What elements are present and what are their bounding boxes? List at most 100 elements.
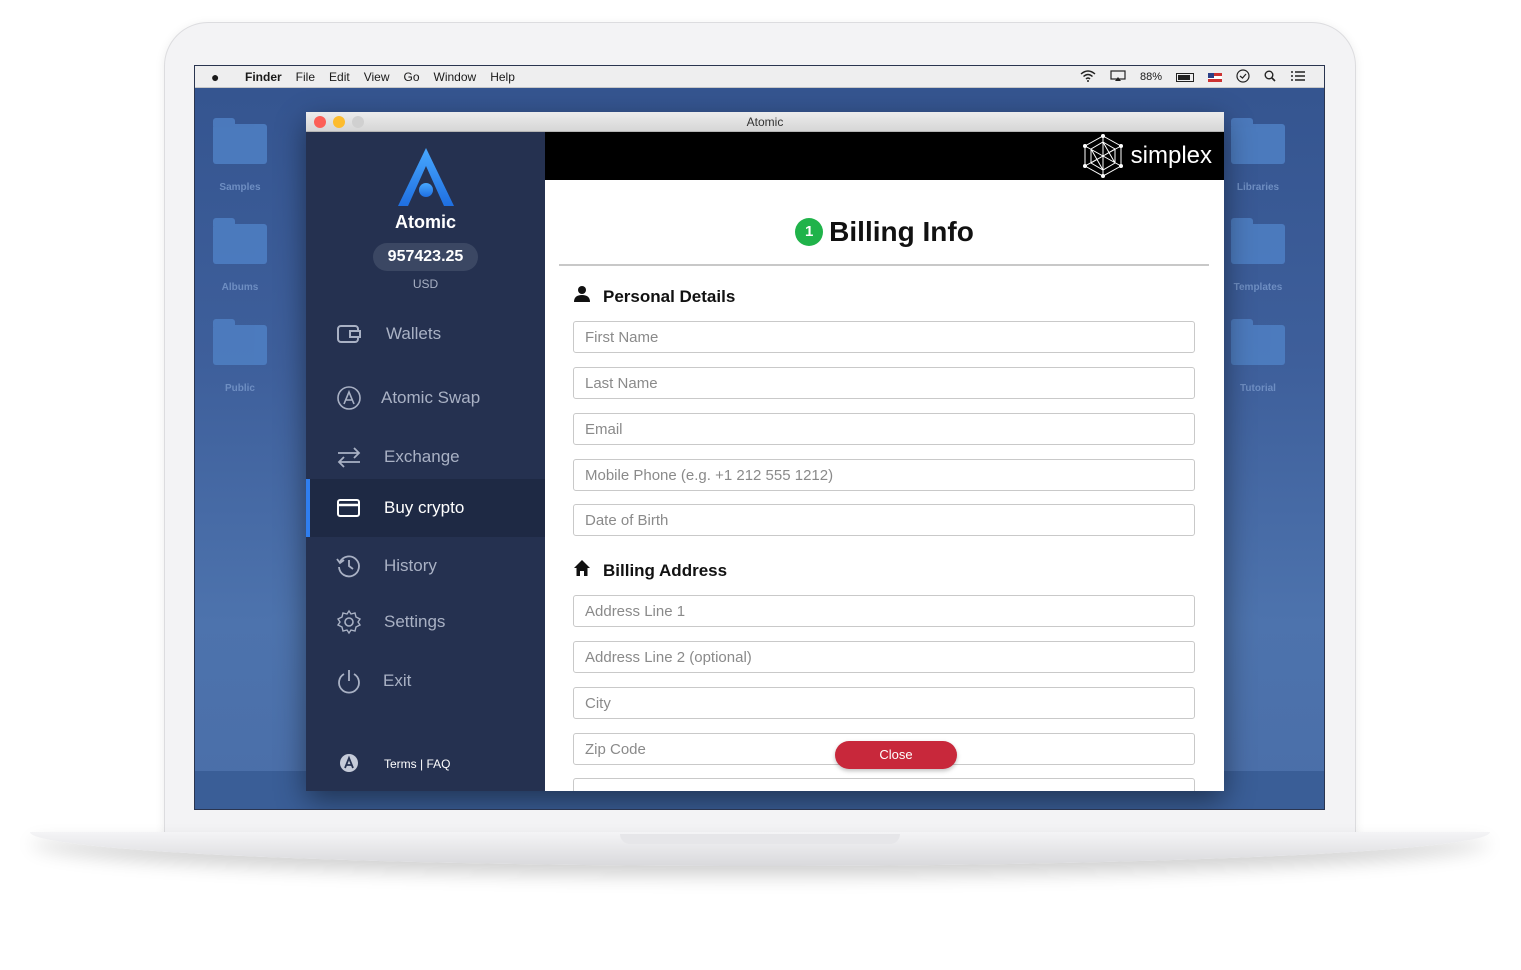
section-title: Personal Details <box>603 286 736 306</box>
user-icon <box>573 285 591 308</box>
terms-faq-label: Terms | FAQ <box>384 757 451 771</box>
desktop-folder[interactable]: Public <box>195 319 285 394</box>
menu-help[interactable]: Help <box>490 70 515 84</box>
status-area: 88% <box>1080 66 1306 88</box>
menubar: ● Finder File Edit View Go Window Help 8… <box>195 66 1324 88</box>
folder-icon <box>213 118 267 164</box>
menu-window[interactable]: Window <box>434 70 477 84</box>
sidebar-item-label: Exit <box>383 671 412 690</box>
apple-menu-icon[interactable]: ● <box>211 69 233 85</box>
spotlight-search-icon[interactable] <box>1264 70 1276 85</box>
exchange-arrows-icon <box>334 442 364 472</box>
sidebar-item-atomic-swap[interactable]: Atomic Swap <box>306 370 545 426</box>
sidebar-item-label: History <box>384 556 437 575</box>
history-clock-icon <box>334 551 364 581</box>
airplay-icon[interactable] <box>1110 69 1126 85</box>
input-flag-icon[interactable] <box>1208 72 1222 82</box>
menu-app-name[interactable]: Finder <box>245 70 282 84</box>
sidebar-item-settings[interactable]: Settings <box>306 594 545 650</box>
simplex-header: simplex <box>545 132 1224 180</box>
mobile-phone-input[interactable] <box>585 466 1194 484</box>
main-panel: simplex 1 Billing Info Personal Details <box>545 132 1224 791</box>
personal-details-heading: Personal Details <box>573 285 735 308</box>
first-name-field[interactable] <box>573 321 1195 353</box>
desktop-folder-label: Public <box>224 383 255 394</box>
folder-icon <box>1231 319 1285 365</box>
last-name-input[interactable] <box>585 374 1194 392</box>
clock-icon[interactable] <box>1236 68 1250 86</box>
city-input[interactable] <box>585 694 1194 712</box>
app-window: Atomic Atomic 957423.25 USD Wallets Atom… <box>306 112 1224 791</box>
desktop-folder[interactable]: Libraries <box>1213 118 1303 193</box>
email-field[interactable] <box>573 413 1195 445</box>
folder-icon <box>1231 218 1285 264</box>
menu-go[interactable]: Go <box>404 70 420 84</box>
balance-currency: USD <box>412 277 439 291</box>
atomic-logo-icon <box>398 148 454 206</box>
notification-list-icon[interactable] <box>1290 70 1306 85</box>
battery-percent: 88% <box>1139 71 1162 83</box>
city-field[interactable] <box>573 687 1195 719</box>
folder-icon <box>213 319 267 365</box>
menu-file[interactable]: File <box>296 70 315 84</box>
address-line-2-field[interactable] <box>573 641 1195 673</box>
brand-name: Atomic <box>394 212 456 232</box>
desktop-folder[interactable]: Templates <box>1213 218 1303 293</box>
mobile-phone-field[interactable] <box>573 459 1195 491</box>
desktop-folder-label: Samples <box>219 182 261 193</box>
desktop-folder-label: Albums <box>221 282 259 293</box>
home-icon <box>573 559 591 582</box>
window-titlebar[interactable]: Atomic <box>306 112 1224 132</box>
sidebar-item-label: Wallets <box>386 324 442 343</box>
laptop-notch <box>620 834 900 844</box>
section-title: Billing Address <box>603 560 728 580</box>
address-line-1-input[interactable] <box>585 602 1194 620</box>
sidebar-item-buy-crypto[interactable]: Buy crypto <box>306 479 545 537</box>
desktop-folder[interactable]: Tutorial <box>1213 319 1303 394</box>
screen: ● Finder File Edit View Go Window Help 8… <box>194 65 1325 810</box>
email-input[interactable] <box>585 420 1194 438</box>
desktop-folder-label: Libraries <box>1236 182 1280 193</box>
sidebar-item-exit[interactable]: Exit <box>306 653 545 709</box>
sidebar-item-label: Settings <box>384 612 446 631</box>
menu-edit[interactable]: Edit <box>329 70 350 84</box>
power-icon <box>334 666 364 696</box>
gear-icon <box>334 607 364 637</box>
menu-view[interactable]: View <box>364 70 390 84</box>
step-badge: 1 <box>795 218 824 246</box>
desktop-folder[interactable]: Samples <box>195 118 285 193</box>
last-name-field[interactable] <box>573 367 1195 399</box>
address-line-2-input[interactable] <box>585 648 1194 666</box>
address-line-1-field[interactable] <box>573 595 1195 627</box>
first-name-input[interactable] <box>585 328 1194 346</box>
country-select[interactable] <box>573 778 1195 791</box>
atomic-swap-icon <box>334 383 364 413</box>
page-title: 1 Billing Info <box>545 216 1224 248</box>
terms-faq-link[interactable]: Terms | FAQ <box>306 744 545 784</box>
wallet-icon <box>334 319 364 349</box>
battery-icon[interactable] <box>1176 72 1194 82</box>
sidebar-item-history[interactable]: History <box>306 538 545 594</box>
folder-icon <box>1231 118 1285 164</box>
sidebar-item-label: Atomic Swap <box>381 388 481 407</box>
sidebar-item-label: Buy crypto <box>384 498 465 517</box>
desktop-folder[interactable]: Albums <box>195 218 285 293</box>
simplex-wordmark: simplex <box>1130 142 1212 169</box>
credit-card-icon <box>334 493 364 523</box>
title-divider <box>559 264 1209 266</box>
sidebar-item-label: Exchange <box>384 447 460 466</box>
desktop-folder-label: Templates <box>1233 282 1283 293</box>
date-of-birth-input[interactable] <box>585 511 1194 529</box>
balance-pill: 957423.25 <box>373 243 478 271</box>
atomic-small-icon <box>339 753 359 776</box>
window-title: Atomic <box>746 115 784 129</box>
sidebar-item-wallets[interactable]: Wallets <box>306 306 545 362</box>
close-button[interactable]: Close <box>835 741 957 769</box>
billing-address-heading: Billing Address <box>573 559 727 582</box>
folder-icon <box>213 218 267 264</box>
sidebar-item-exchange[interactable]: Exchange <box>306 429 545 485</box>
wifi-icon[interactable] <box>1080 69 1096 85</box>
date-of-birth-field[interactable] <box>573 504 1195 536</box>
page-title-text: Billing Info <box>829 216 974 247</box>
simplex-logo: simplex <box>1081 132 1212 180</box>
